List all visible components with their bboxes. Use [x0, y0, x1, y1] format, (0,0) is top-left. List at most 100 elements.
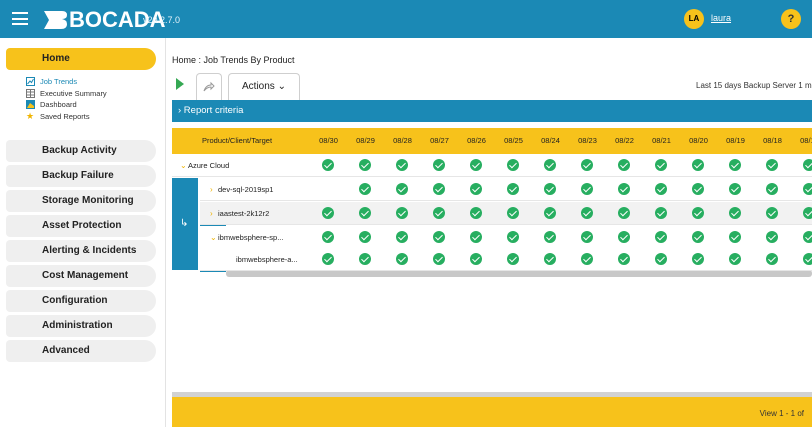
header-date[interactable]: 08/30 [310, 128, 347, 154]
run-report-icon[interactable] [176, 78, 184, 90]
success-check-icon[interactable] [692, 207, 704, 219]
actions-dropdown[interactable]: Actions ⌄ [228, 73, 300, 100]
success-check-icon[interactable] [507, 207, 519, 219]
success-check-icon[interactable] [655, 231, 667, 243]
header-date[interactable]: 08/22 [606, 128, 643, 154]
success-check-icon[interactable] [729, 207, 741, 219]
table-row[interactable]: ⌄ Azure Cloud [172, 154, 812, 177]
nav-backup-activity[interactable]: Backup Activity [6, 140, 156, 162]
success-check-icon[interactable] [433, 231, 445, 243]
success-check-icon[interactable] [507, 183, 519, 195]
user-name-link[interactable]: laura [711, 13, 731, 23]
subnav-saved-reports[interactable]: ★ Saved Reports [26, 111, 160, 123]
success-check-icon[interactable] [359, 231, 371, 243]
nav-home[interactable]: Home [6, 48, 156, 70]
success-check-icon[interactable] [692, 231, 704, 243]
success-check-icon[interactable] [322, 159, 334, 171]
success-check-icon[interactable] [396, 231, 408, 243]
success-check-icon[interactable] [322, 231, 334, 243]
success-check-icon[interactable] [692, 183, 704, 195]
success-check-icon[interactable] [618, 231, 630, 243]
success-check-icon[interactable] [322, 253, 334, 265]
nav-configuration[interactable]: Configuration [6, 290, 156, 312]
success-check-icon[interactable] [507, 253, 519, 265]
success-check-icon[interactable] [803, 207, 812, 219]
nav-administration[interactable]: Administration [6, 315, 156, 337]
success-check-icon[interactable] [581, 231, 593, 243]
success-check-icon[interactable] [507, 159, 519, 171]
success-check-icon[interactable] [470, 159, 482, 171]
success-check-icon[interactable] [544, 183, 556, 195]
header-date[interactable]: 08/25 [495, 128, 532, 154]
chevron-right-icon[interactable]: › [210, 202, 213, 225]
success-check-icon[interactable] [766, 231, 778, 243]
success-check-icon[interactable] [766, 207, 778, 219]
row-label[interactable]: Azure Cloud [188, 154, 268, 177]
success-check-icon[interactable] [655, 159, 667, 171]
success-check-icon[interactable] [692, 253, 704, 265]
table-row[interactable]: ⌄ ibmwebsphere-sp... [200, 226, 812, 249]
header-date[interactable]: 08/23 [569, 128, 606, 154]
success-check-icon[interactable] [433, 253, 445, 265]
success-check-icon[interactable] [618, 207, 630, 219]
success-check-icon[interactable] [581, 183, 593, 195]
subnav-job-trends[interactable]: Job Trends [26, 76, 160, 88]
row-label[interactable]: ibmwebsphere-sp... [218, 226, 298, 249]
success-check-icon[interactable] [359, 207, 371, 219]
success-check-icon[interactable] [433, 207, 445, 219]
header-date[interactable]: 08/17 [791, 128, 812, 154]
header-date[interactable]: 08/21 [643, 128, 680, 154]
header-date[interactable]: 08/28 [384, 128, 421, 154]
success-check-icon[interactable] [655, 207, 667, 219]
success-check-icon[interactable] [470, 253, 482, 265]
subnav-executive-summary[interactable]: Executive Summary [26, 88, 160, 100]
success-check-icon[interactable] [655, 253, 667, 265]
row-label[interactable]: ibmwebsphere-a... [236, 248, 316, 271]
success-check-icon[interactable] [507, 231, 519, 243]
success-check-icon[interactable] [766, 253, 778, 265]
chevron-down-icon[interactable]: ⌄ [210, 226, 217, 249]
success-check-icon[interactable] [544, 207, 556, 219]
report-criteria-toggle[interactable]: › Report criteria [172, 100, 812, 122]
success-check-icon[interactable] [359, 253, 371, 265]
header-product[interactable]: Product/Client/Target [202, 128, 302, 154]
header-date[interactable]: 08/29 [347, 128, 384, 154]
success-check-icon[interactable] [618, 183, 630, 195]
nested-scrollbar[interactable] [226, 270, 812, 277]
success-check-icon[interactable] [396, 253, 408, 265]
nav-alerting-incidents[interactable]: Alerting & Incidents [6, 240, 156, 262]
success-check-icon[interactable] [803, 159, 812, 171]
success-check-icon[interactable] [433, 183, 445, 195]
nav-advanced[interactable]: Advanced [6, 340, 156, 362]
nav-asset-protection[interactable]: Asset Protection [6, 215, 156, 237]
success-check-icon[interactable] [618, 159, 630, 171]
table-row[interactable]: › dev-sql-2019sp1 [200, 178, 812, 201]
success-check-icon[interactable] [766, 159, 778, 171]
success-check-icon[interactable] [433, 159, 445, 171]
success-check-icon[interactable] [544, 159, 556, 171]
share-button[interactable] [196, 73, 222, 100]
success-check-icon[interactable] [618, 253, 630, 265]
table-row[interactable]: › iaastest-2k12r2 [200, 202, 812, 225]
chevron-down-icon[interactable]: ⌄ [180, 154, 187, 177]
success-check-icon[interactable] [322, 207, 334, 219]
row-label[interactable]: iaastest-2k12r2 [218, 202, 298, 225]
success-check-icon[interactable] [359, 159, 371, 171]
success-check-icon[interactable] [396, 183, 408, 195]
success-check-icon[interactable] [729, 183, 741, 195]
success-check-icon[interactable] [396, 159, 408, 171]
header-date[interactable]: 08/24 [532, 128, 569, 154]
success-check-icon[interactable] [766, 183, 778, 195]
nav-cost-management[interactable]: Cost Management [6, 265, 156, 287]
header-date[interactable]: 08/26 [458, 128, 495, 154]
hamburger-menu-icon[interactable] [12, 12, 28, 25]
success-check-icon[interactable] [729, 159, 741, 171]
table-row[interactable]: ibmwebsphere-a... [200, 248, 812, 271]
success-check-icon[interactable] [692, 159, 704, 171]
header-date[interactable]: 08/20 [680, 128, 717, 154]
header-date[interactable]: 08/27 [421, 128, 458, 154]
header-date[interactable]: 08/19 [717, 128, 754, 154]
success-check-icon[interactable] [803, 183, 812, 195]
success-check-icon[interactable] [359, 183, 371, 195]
chevron-right-icon[interactable]: › [210, 178, 213, 201]
